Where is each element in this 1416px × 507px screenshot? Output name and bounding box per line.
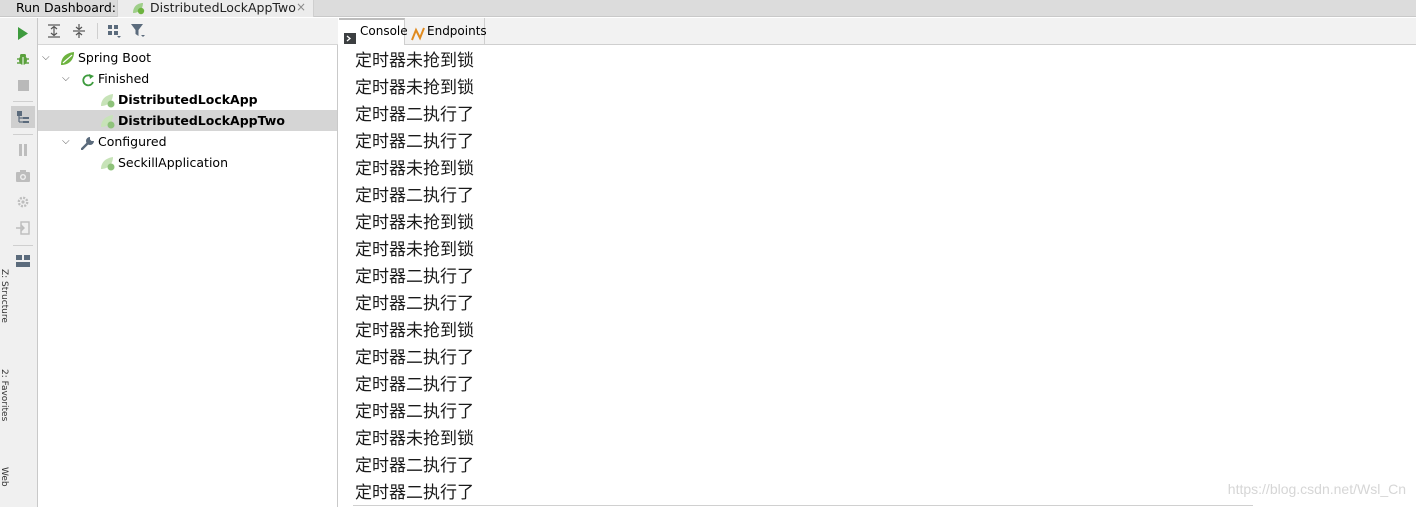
tree-node-label: Spring Boot [78, 50, 152, 65]
tab-label: Console [360, 24, 408, 38]
close-tab-icon[interactable]: × [296, 0, 306, 15]
stop-icon[interactable] [11, 74, 35, 96]
console-line: 定时器二执行了 [355, 186, 474, 206]
tab-endpoints[interactable]: Endpoints [406, 18, 487, 45]
collapse-all-icon[interactable] [69, 22, 89, 40]
endpoints-icon [411, 24, 425, 50]
pause-icon[interactable] [11, 139, 35, 161]
services-tree-pane: ⌵ Spring Boot ⌵ Finished DistributedLock… [38, 18, 338, 507]
favorites-tool-window-tab[interactable]: 2: Favorites [0, 369, 9, 421]
settings-gear-icon[interactable] [11, 191, 35, 213]
console-line: 定时器二执行了 [355, 348, 474, 368]
console-line: 定时器二执行了 [355, 105, 474, 125]
tab-distributed-lock-app-two[interactable]: DistributedLockAppTwo × [117, 0, 314, 17]
run-icon[interactable] [11, 22, 35, 44]
tree-node-distributed-lock-app[interactable]: DistributedLockApp [38, 89, 337, 110]
console-pane: Console Endpoints 定时器未抢到锁 定时器未抢到锁 定时器二执行… [339, 18, 1416, 507]
console-line: 定时器二执行了 [355, 375, 474, 395]
console-line: 定时器未抢到锁 [355, 159, 474, 179]
expand-arrow-icon[interactable]: ⌵ [42, 47, 50, 68]
toolbar-separator [13, 245, 33, 246]
spring-boot-icon [131, 2, 145, 19]
screenshot-icon[interactable] [11, 165, 35, 187]
filter-icon[interactable] [128, 22, 148, 40]
tree-node-label: Configured [98, 134, 167, 149]
toolbar-separator [13, 101, 33, 102]
console-line: 定时器二执行了 [355, 402, 474, 422]
run-dashboard-label: Run Dashboard: [16, 0, 116, 15]
console-output[interactable]: 定时器未抢到锁 定时器未抢到锁 定时器二执行了 定时器二执行了 定时器未抢到锁 … [355, 48, 474, 507]
tool-window-strip: Z: Structure 2: Favorites Web [0, 265, 9, 507]
sign-in-icon[interactable] [11, 217, 35, 239]
tree-node-distributed-lock-app-two[interactable]: DistributedLockAppTwo [38, 110, 337, 131]
expand-all-icon[interactable] [44, 22, 64, 40]
console-line: 定时器未抢到锁 [355, 240, 474, 260]
spring-boot-app-icon [100, 156, 116, 177]
tree-node-configured[interactable]: ⌵ Configured [38, 131, 337, 152]
group-services-icon[interactable] [104, 22, 124, 40]
console-line: 定时器未抢到锁 [355, 321, 474, 341]
console-line: 定时器二执行了 [355, 294, 474, 314]
toolbar-separator [13, 134, 33, 135]
tree-node-spring-boot[interactable]: ⌵ Spring Boot [38, 47, 337, 68]
console-line: 定时器未抢到锁 [355, 213, 474, 233]
console-line: 定时器未抢到锁 [355, 51, 474, 71]
watermark-text: https://blog.csdn.net/Wsl_Cn [1227, 481, 1406, 497]
expand-arrow-icon[interactable]: ⌵ [62, 131, 70, 152]
tree-node-label: SeckillApplication [118, 155, 228, 170]
console-line: 定时器二执行了 [355, 456, 474, 476]
console-line: 定时器二执行了 [355, 132, 474, 152]
debug-icon[interactable] [11, 48, 35, 70]
console-line: 定时器未抢到锁 [355, 429, 474, 449]
group-by-icon[interactable] [11, 106, 35, 128]
tab-name: DistributedLockAppTwo [150, 0, 296, 15]
tree-node-finished[interactable]: ⌵ Finished [38, 68, 337, 89]
layout-icon[interactable] [11, 250, 35, 272]
web-tool-window-tab[interactable]: Web [0, 467, 9, 487]
run-dashboard-title-bar: Run Dashboard: DistributedLockAppTwo × [0, 0, 1416, 17]
tree-toolbar [38, 18, 338, 45]
console-line: 定时器二执行了 [355, 483, 474, 503]
tab-console[interactable]: Console [339, 18, 408, 45]
toolbar-separator [97, 23, 98, 39]
expand-arrow-icon[interactable]: ⌵ [62, 68, 70, 89]
console-line: 定时器未抢到锁 [355, 78, 474, 98]
tree-node-label: DistributedLockApp [118, 92, 258, 107]
tab-label: Endpoints [427, 24, 487, 38]
tree-node-label: DistributedLockAppTwo [118, 113, 285, 128]
console-divider [353, 505, 1253, 506]
tree-node-seckill-application[interactable]: SeckillApplication [38, 152, 337, 173]
tree-node-label: Finished [98, 71, 150, 86]
structure-tool-window-tab[interactable]: Z: Structure [0, 269, 9, 323]
console-line: 定时器二执行了 [355, 267, 474, 287]
console-tabs: Console Endpoints [339, 18, 1416, 45]
